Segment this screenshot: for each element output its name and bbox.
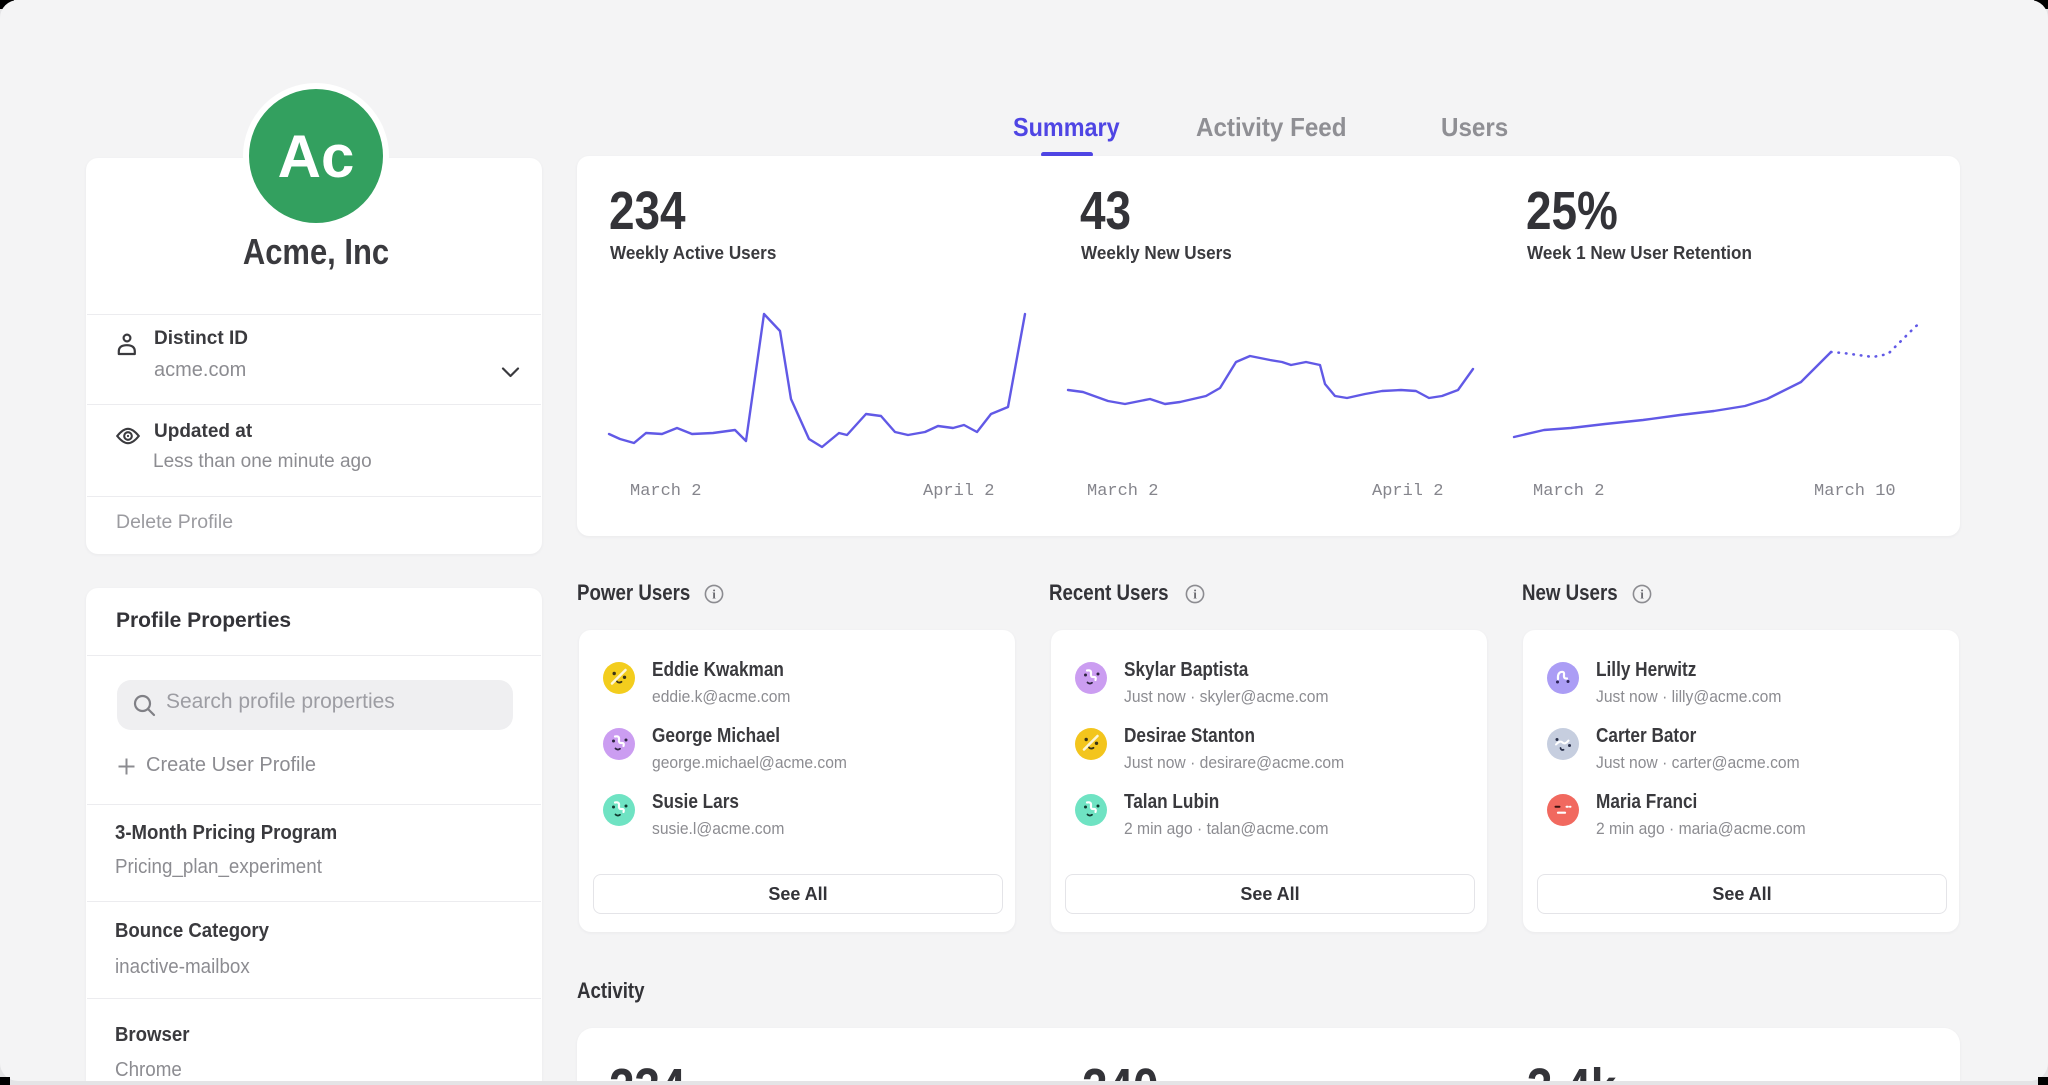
svg-text:i: i (1640, 587, 1644, 602)
svg-text:i: i (1193, 587, 1197, 602)
svg-text:i: i (712, 587, 716, 602)
